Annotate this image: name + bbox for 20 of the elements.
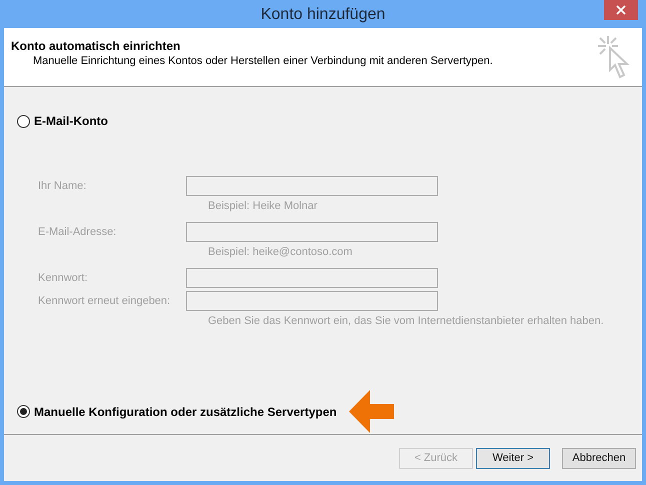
arrow-icon — [348, 390, 394, 433]
close-button[interactable] — [604, 0, 638, 20]
field-label: E-Mail-Adresse: — [37, 224, 118, 240]
hint-text: Beispiel: heike@contoso.com — [208, 245, 354, 259]
radio-button[interactable] — [17, 405, 30, 418]
dialog-button[interactable]: Weiter > — [476, 448, 550, 468]
header-title: Konto automatisch einrichten — [11, 38, 182, 54]
dialog-button[interactable]: Abbrechen — [562, 448, 636, 468]
hint-text: Geben Sie das Kennwort ein, das Sie vom Internetdienstanbieter erhalten haben. — [208, 314, 605, 328]
field-label: Kennwort: — [37, 270, 89, 286]
close-icon — [616, 5, 626, 15]
field-label: Ihr Name: — [37, 178, 88, 194]
field-label: Kennwort erneut eingeben: — [37, 294, 172, 309]
header-subtitle: Manuelle Einrichtung eines Kontos oder Herstellen einer Verbindung mit anderen Servertypen. — [32, 54, 493, 68]
window-title: Konto hinzufügen — [260, 5, 386, 25]
option-label[interactable]: E-Mail-Konto — [34, 112, 108, 130]
hint-text: Beispiel: Heike Molnar — [208, 199, 318, 213]
option-label[interactable]: Manuelle Konfiguration oder zusätzliche Servertypen — [34, 402, 337, 420]
radio-button[interactable] — [17, 114, 30, 128]
cursor-sparkle-icon — [596, 34, 632, 80]
